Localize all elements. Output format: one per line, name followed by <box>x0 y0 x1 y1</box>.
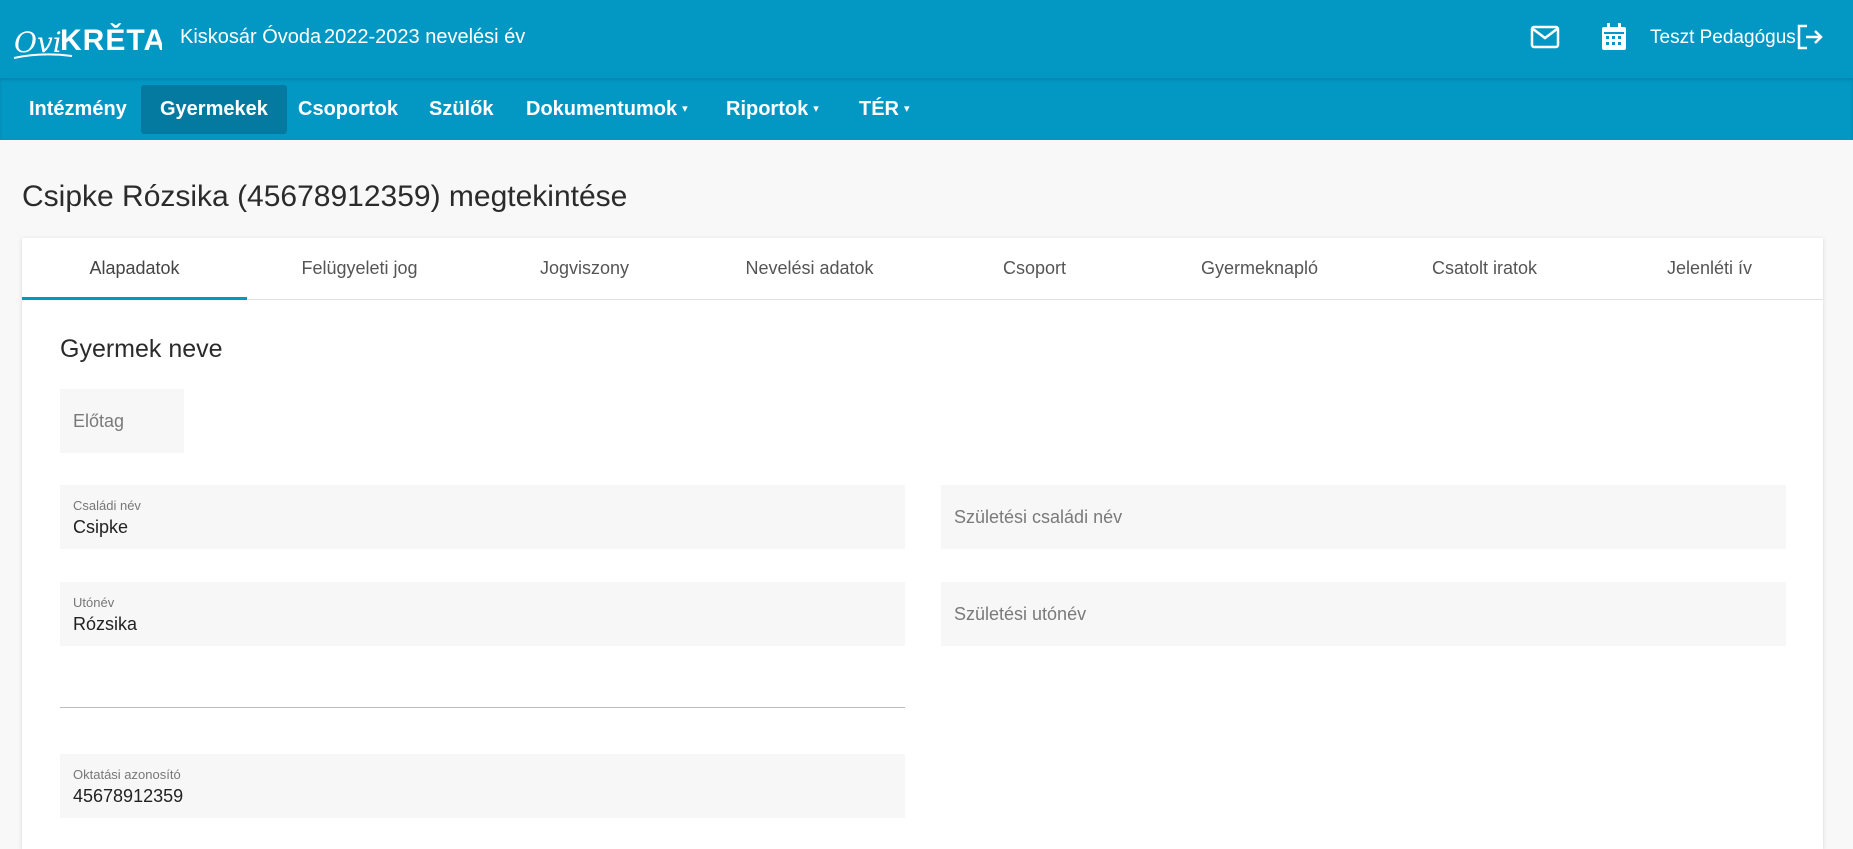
section-title: Gyermek neve <box>60 335 223 363</box>
first-name-field[interactable]: Utónév Rózsika <box>60 582 905 646</box>
first-name-value: Rózsika <box>73 614 138 634</box>
logout-icon[interactable] <box>1793 20 1827 54</box>
tab-alapadatok[interactable]: Alapadatok <box>22 238 247 300</box>
family-name-label: Családi név <box>73 498 141 513</box>
first-name-label: Utónév <box>73 595 115 610</box>
nav-gyermekek[interactable]: Gyermekek <box>141 85 287 134</box>
svg-text:KRĚTA: KRĚTA <box>60 23 162 57</box>
birth-family-name-field[interactable]: Születési családi név <box>941 485 1786 549</box>
nav-csoportok[interactable]: Csoportok <box>298 85 398 134</box>
nav-dokumentumok[interactable]: Dokumentumok ▾ <box>526 85 688 134</box>
nav-ter-label: TÉR <box>859 98 899 120</box>
caret-down-icon: ▾ <box>813 103 819 116</box>
nav-dokumentumok-label: Dokumentumok <box>526 98 678 120</box>
prefix-placeholder: Előtag <box>73 411 125 431</box>
tab-jogviszony[interactable]: Jogviszony <box>472 238 697 300</box>
birth-first-name-placeholder: Születési utónév <box>954 604 1087 624</box>
birth-family-name-placeholder: Születési családi név <box>954 507 1123 527</box>
tab-csoport[interactable]: Csoport <box>922 238 1147 300</box>
institution-name: Kiskosár Óvoda <box>180 26 322 48</box>
user-name[interactable]: Teszt Pedagógus <box>1650 27 1796 49</box>
birth-first-name-field[interactable]: Születési utónév <box>941 582 1786 646</box>
tab-csatolt-iratok[interactable]: Csatolt iratok <box>1372 238 1597 300</box>
ovikreta-logo[interactable]: Ovi KRĚTA <box>12 18 162 62</box>
education-id-label: Oktatási azonosító <box>73 767 181 782</box>
education-id-field[interactable]: Oktatási azonosító 45678912359 <box>60 754 905 818</box>
tab-gyermeknaplo[interactable]: Gyermeknapló <box>1147 238 1372 300</box>
calendar-icon[interactable] <box>1597 20 1631 54</box>
nav-riportok[interactable]: Riportok ▾ <box>726 85 819 134</box>
caret-down-icon: ▾ <box>682 103 688 116</box>
caret-down-icon: ▾ <box>904 103 910 116</box>
family-name-field[interactable]: Családi név Csipke <box>60 485 905 549</box>
tab-bar: Alapadatok Felügyeleti jog Jogviszony Ne… <box>22 238 1823 300</box>
tab-nevelesi-adatok[interactable]: Nevelési adatok <box>697 238 922 300</box>
mail-icon[interactable] <box>1528 20 1562 54</box>
divider <box>60 707 905 708</box>
tab-jelenleti-iv[interactable]: Jelenléti ív <box>1597 238 1822 300</box>
prefix-field[interactable]: Előtag <box>60 389 184 453</box>
nav-ter[interactable]: TÉR ▾ <box>859 85 910 134</box>
nav-intezmeny[interactable]: Intézmény <box>29 85 127 134</box>
family-name-value: Csipke <box>73 517 129 537</box>
tab-felugyeleti-jog[interactable]: Felügyeleti jog <box>247 238 472 300</box>
top-header: Ovi KRĚTA Kiskosár Óvoda 2022-2023 nevel… <box>0 0 1853 78</box>
main-nav: Intézmény Gyermekek Csoportok Szülők Dok… <box>0 78 1853 140</box>
nav-szulok[interactable]: Szülők <box>429 85 493 134</box>
school-year: 2022-2023 nevelési év <box>324 26 526 48</box>
education-id-value: 45678912359 <box>73 786 184 806</box>
detail-card: Alapadatok Felügyeleti jog Jogviszony Ne… <box>22 238 1823 849</box>
page-title: Csipke Rózsika (45678912359) megtekintés… <box>22 180 628 213</box>
nav-riportok-label: Riportok <box>726 98 809 120</box>
